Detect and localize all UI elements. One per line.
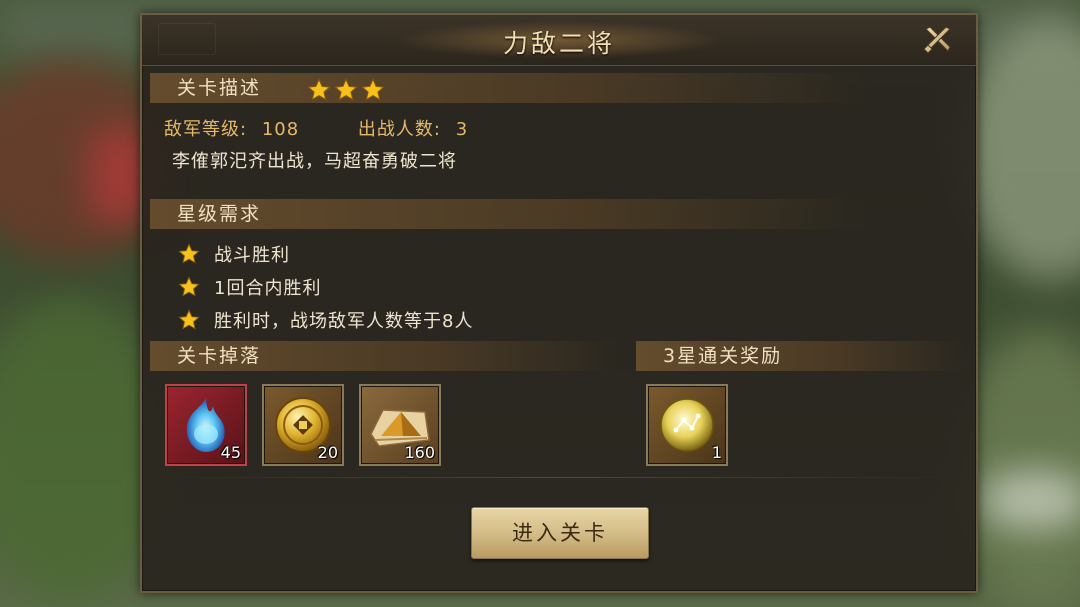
star-rating — [307, 78, 385, 102]
section-header-requirements: 星级需求 — [150, 199, 870, 229]
stage-info-line: 敌军等级: 108 出战人数: 3 — [164, 115, 476, 141]
requirement-label: 战斗胜利 — [214, 245, 290, 266]
enter-stage-button[interactable]: 进入关卡 — [471, 507, 649, 559]
drop-item-slot[interactable]: 45 — [165, 384, 247, 466]
section-header-rewards: 3星通关奖励 — [636, 341, 966, 371]
star-icon — [178, 243, 200, 264]
close-button[interactable] — [918, 21, 958, 57]
drop-item-slot[interactable]: 160 — [359, 384, 441, 466]
requirement-label: 1回合内胜利 — [214, 278, 322, 299]
dialog-title: 力敌二将 — [502, 29, 615, 58]
requirements-header-label: 星级需求 — [177, 203, 262, 225]
requirement-label: 胜利时，战场敌军人数等于8人 — [214, 311, 474, 332]
stage-info-dialog: 力敌二将 关卡描述 敌军等级: 108 出战人数: 3 李傕郭汜齐出战，马超奋勇… — [140, 13, 978, 593]
drop-item-slot[interactable]: 20 — [262, 384, 344, 466]
requirement-item: 1回合内胜利 — [178, 274, 321, 300]
drop-item-count: 45 — [220, 443, 241, 462]
star-icon — [361, 78, 385, 101]
requirement-item: 战斗胜利 — [178, 241, 290, 267]
drop-item-count: 160 — [404, 443, 435, 462]
battle-count-value: 3 — [455, 119, 469, 140]
rewards-header-label: 3星通关奖励 — [663, 345, 783, 367]
battle-count-label: 出战人数: — [357, 119, 441, 140]
star-icon — [178, 276, 200, 297]
reward-item-slot[interactable]: 1 — [646, 384, 728, 466]
requirement-item: 胜利时，战场敌军人数等于8人 — [178, 307, 473, 333]
description-header-label: 关卡描述 — [177, 77, 262, 99]
stage-description-text: 李傕郭汜齐出战，马超奋勇破二将 — [172, 151, 457, 172]
star-icon — [307, 78, 331, 101]
reward-item-count: 1 — [711, 443, 722, 462]
enemy-level-value: 108 — [261, 119, 300, 140]
dialog-titlebar: 力敌二将 — [142, 15, 976, 66]
enemy-level-label: 敌军等级: — [164, 119, 248, 140]
star-icon — [178, 309, 200, 330]
footer-divider — [152, 477, 966, 478]
star-icon — [334, 78, 358, 101]
close-icon — [923, 26, 951, 54]
section-header-description: 关卡描述 — [150, 73, 870, 103]
section-header-drops: 关卡掉落 — [150, 341, 620, 371]
drops-header-label: 关卡掉落 — [177, 345, 262, 367]
drop-item-count: 20 — [317, 443, 338, 462]
